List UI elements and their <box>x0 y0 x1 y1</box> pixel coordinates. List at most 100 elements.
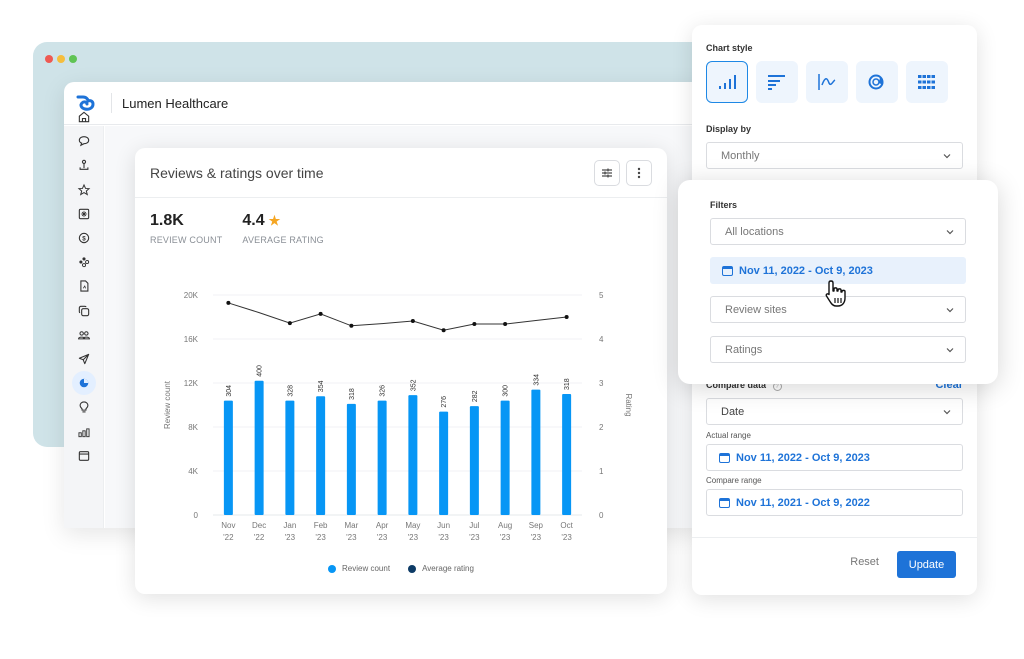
bar-review-count <box>223 400 233 515</box>
y-tick-label: 12K <box>184 379 199 388</box>
point-average-rating <box>564 315 569 319</box>
legend-review-count[interactable]: Review count <box>328 564 390 573</box>
panel-footer: Reset Update <box>692 537 977 595</box>
bar-review-count <box>316 396 326 515</box>
filters-title: Filters <box>710 200 738 210</box>
location-pin-icon <box>79 160 89 171</box>
point-average-rating <box>472 322 477 327</box>
chart-legend: Review count Average rating <box>135 564 667 573</box>
actual-range-value: Nov 11, 2022 - Oct 9, 2023 <box>736 451 870 464</box>
chart-style-table[interactable] <box>906 61 948 103</box>
y-right-tick-label: 2 <box>599 423 604 432</box>
calendar-window-icon <box>78 450 90 461</box>
update-button[interactable]: Update <box>897 551 956 578</box>
chart-style-line[interactable] <box>806 61 848 103</box>
integrations-icon <box>79 257 90 268</box>
y-right-axis-title: Rating <box>624 393 633 416</box>
reviews-ratings-chart: 0 4K 8K 12K 16K 20K 0 1 2 3 4 5 Review count Rating 30… <box>163 291 633 542</box>
sidebar-item-chat-bubble[interactable] <box>75 132 93 150</box>
svg-text:$: $ <box>82 235 86 242</box>
maximize-window-dot[interactable] <box>69 55 77 63</box>
x-tick-label: Sep <box>529 521 544 530</box>
sidebar-item-lightbulb[interactable] <box>75 398 93 416</box>
legend-average-rating[interactable]: Average rating <box>408 564 474 573</box>
x-tick-label: Feb <box>314 521 328 530</box>
bar-review-count <box>469 406 479 515</box>
reset-button[interactable]: Reset <box>850 556 879 568</box>
chat-bubble-icon <box>78 136 90 147</box>
pie-chart-icon <box>79 378 89 388</box>
bar-data-label: 304 <box>226 385 233 397</box>
bar-review-count <box>531 389 541 515</box>
vertical-bar-chart-icon <box>719 75 736 89</box>
chart-style-donut[interactable] <box>856 61 898 103</box>
sidebar-item-bar-chart[interactable] <box>75 423 93 441</box>
bar-review-count <box>439 411 449 515</box>
sidebar-item-calendar-window[interactable] <box>75 447 93 465</box>
bar-review-count <box>562 394 572 515</box>
y-right-tick-label: 4 <box>599 335 604 344</box>
close-window-dot[interactable] <box>45 55 53 63</box>
compare-range-field[interactable]: Nov 11, 2021 - Oct 9, 2022 <box>706 489 963 516</box>
compare-data-select[interactable]: Date <box>706 398 963 425</box>
x-tick-label: Jan <box>283 521 296 530</box>
app-header: Lumen Healthcare <box>64 82 704 125</box>
bar-data-label: 334 <box>533 374 540 386</box>
point-average-rating <box>318 311 323 316</box>
compare-range-value: Nov 11, 2021 - Oct 9, 2022 <box>736 496 870 509</box>
bar-data-label: 328 <box>287 385 294 397</box>
calendar-icon <box>719 497 730 508</box>
legend-review-count-label: Review count <box>342 564 391 573</box>
x-tick-label: Jun <box>437 521 450 530</box>
sidebar-item-star[interactable] <box>75 181 93 199</box>
locations-select[interactable]: All locations <box>710 218 966 245</box>
legend-average-rating-dot <box>408 564 417 573</box>
grid-snowflake-icon <box>78 208 90 220</box>
chevron-down-icon <box>946 348 954 353</box>
display-by-value: Monthly <box>721 149 760 162</box>
sidebar-item-location-pin[interactable] <box>75 156 93 174</box>
legend-average-rating-label: Average rating <box>422 564 474 573</box>
minimize-window-dot[interactable] <box>57 55 65 63</box>
bar-data-label: 318 <box>349 388 356 400</box>
display-by-label: Display by <box>706 124 752 134</box>
y-tick-label: 8K <box>188 423 198 432</box>
x-tick-label-year: '23 <box>438 533 449 542</box>
sidebar-item-home[interactable] <box>75 108 93 126</box>
legend-review-count-dot <box>328 564 337 573</box>
ratings-select[interactable]: Ratings <box>710 336 966 363</box>
bar-data-label: 282 <box>472 390 479 402</box>
y-tick-label: 16K <box>184 335 199 344</box>
bar-data-label: 400 <box>257 365 264 377</box>
bar-review-count <box>254 380 264 515</box>
line-average-rating <box>228 302 567 331</box>
sidebar-item-send[interactable] <box>75 350 93 368</box>
sidebar-item-copy[interactable] <box>75 302 93 320</box>
x-tick-label: Apr <box>376 521 389 530</box>
app-title: Lumen Healthcare <box>122 95 229 111</box>
sidebar-item-document[interactable] <box>75 277 93 295</box>
sidebar-item-dollar[interactable]: $ <box>75 229 93 247</box>
copy-icon <box>78 305 90 316</box>
sidebar-item-grid-snowflake[interactable] <box>75 205 93 223</box>
sidebar-item-pie-chart[interactable] <box>72 371 96 396</box>
actual-range-field[interactable]: Nov 11, 2022 - Oct 9, 2023 <box>706 444 963 471</box>
x-tick-label-year: '23 <box>346 533 357 542</box>
bar-data-label: 300 <box>503 385 510 397</box>
bar-data-label: 276 <box>441 396 448 408</box>
x-tick-label-year: '23 <box>285 533 296 542</box>
y-right-tick-label: 5 <box>599 291 604 300</box>
sidebar: $ <box>64 111 104 528</box>
x-tick-label-year: '23 <box>500 533 511 542</box>
y-tick-label: 0 <box>194 511 199 520</box>
chart-style-vertical-bar[interactable] <box>706 61 748 103</box>
reviews-ratings-card: Reviews & ratings over time 1.8K REVIEW … <box>135 148 667 594</box>
actual-range-label: Actual range <box>706 431 751 440</box>
sidebar-item-integrations[interactable] <box>75 253 93 271</box>
bar-data-label: 326 <box>380 385 387 397</box>
sidebar-item-users[interactable] <box>75 326 93 344</box>
chart-style-label: Chart style <box>706 43 753 53</box>
display-by-select[interactable]: Monthly <box>706 142 963 169</box>
bar-review-count <box>346 403 356 515</box>
chart-style-horizontal-bar[interactable] <box>756 61 798 103</box>
